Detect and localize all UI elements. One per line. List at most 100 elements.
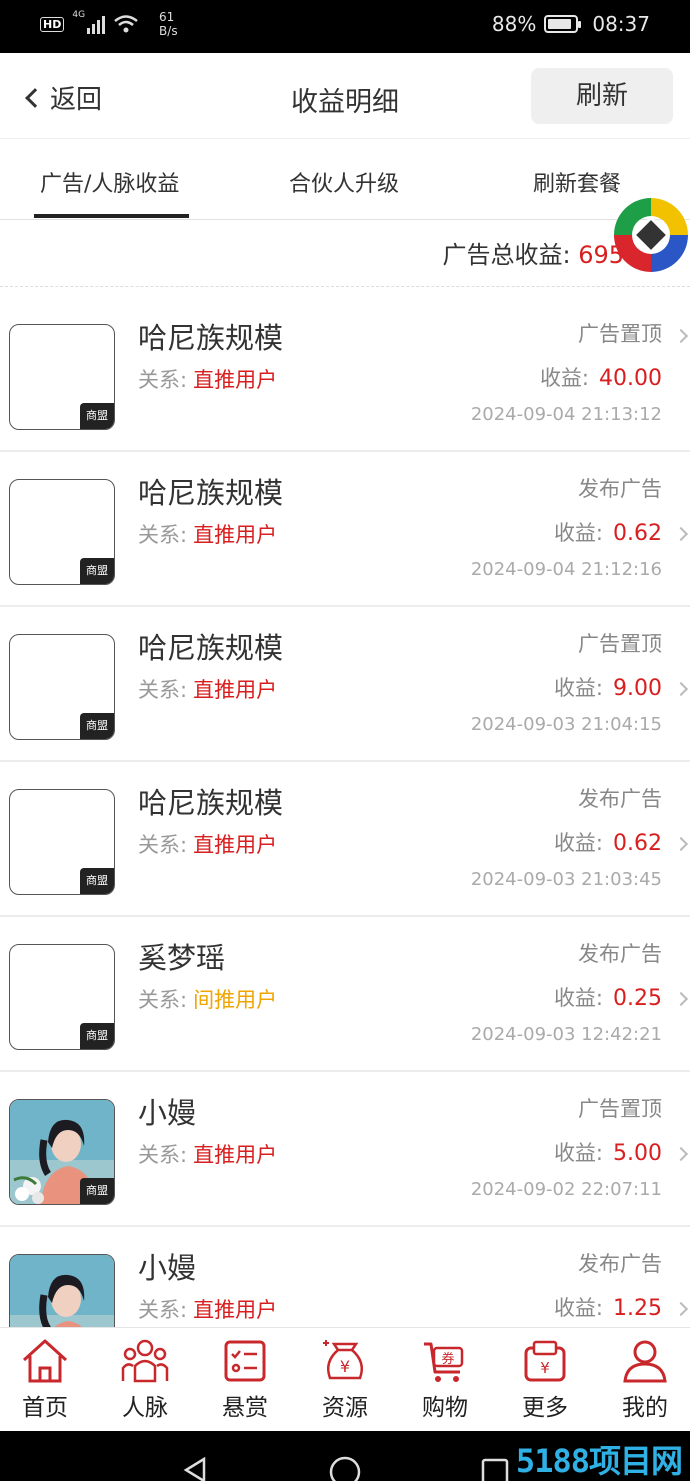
earning: 收益: 0.25 [553, 986, 662, 1011]
relation: 关系: 直推用户 [138, 678, 278, 702]
nav-resources[interactable]: ¥ 资源 [305, 1338, 385, 1422]
nav-shopping[interactable]: 券 购物 [405, 1338, 485, 1422]
list-item[interactable]: 商盟 哈尼族规模 关系: 直推用户 发布广告 收益: 0.62 2024-09-03 21:0… [0, 762, 690, 917]
nav-mine[interactable]: 我的 [605, 1338, 685, 1422]
relation: 关系: 间推用户 [138, 988, 278, 1012]
chevron-right-icon [673, 328, 689, 344]
timestamp: 2024-09-04 21:13:12 [470, 404, 662, 425]
wifi-icon [114, 15, 138, 33]
shopping-cart-icon: 券 [424, 1342, 464, 1382]
relation-value: 直推用户 [193, 1298, 278, 1322]
home-icon [22, 1339, 68, 1383]
user-name: 小嫚 [138, 1096, 197, 1130]
avatar: 商盟 [9, 944, 115, 1050]
list-item[interactable]: 商盟 哈尼族规模关系: 直推用户 广告置顶收益: 40.00 2024-09-04 21:… [0, 297, 690, 452]
merchant-badge: 商盟 [80, 1178, 114, 1204]
tab-refresh-package[interactable]: 刷新套餐 [533, 166, 621, 198]
earning-amount: 0.62 [613, 521, 662, 546]
earning-amount: 0.62 [613, 831, 662, 856]
earning-type: 发布广告 [578, 1252, 662, 1276]
merchant-badge: 商盟 [80, 868, 114, 894]
user-name: 哈尼族规模 [138, 631, 284, 665]
hd-indicator: HD [40, 16, 65, 32]
bottom-nav: 首页 人脉 悬赏 ¥ 资源 券 购物 ¥ 更多 我的 [0, 1327, 690, 1431]
earning-type: 发布广告 [578, 942, 662, 966]
signal-icon [87, 14, 106, 34]
user-name: 哈尼族规模 [138, 321, 284, 355]
earning-amount: 40.00 [599, 366, 662, 391]
timestamp: 2024-09-03 21:03:45 [470, 869, 662, 890]
money-bag-icon: ¥ [323, 1340, 363, 1380]
relation: 关系: 直推用户 [138, 368, 278, 392]
relation: 关系: 直推用户 [138, 1298, 278, 1322]
earning-amount: 0.25 [613, 986, 662, 1011]
chevron-right-icon [673, 1301, 689, 1317]
avatar: 商盟 [9, 324, 115, 430]
svg-text:券: 券 [441, 1351, 454, 1367]
earning-amount: 5.00 [613, 1141, 662, 1166]
avatar: 商盟 [9, 634, 115, 740]
list-item[interactable]: 商盟 奚梦瑶关系: 间推用户 发布广告收益: 0.25 2024-09-03 12:42:… [0, 917, 690, 1072]
earning: 收益: 9.00 [553, 676, 662, 701]
relation-value: 间推用户 [193, 988, 278, 1012]
clock: 08:37 [592, 12, 650, 36]
watermark-logo: 5188项目网 [515, 1442, 683, 1480]
status-bar: HD 4G 61 B/s 88% 08:37 [0, 0, 690, 53]
battery-icon [544, 15, 582, 33]
nav-reward[interactable]: 悬赏 [205, 1338, 285, 1422]
chevron-right-icon [673, 526, 689, 542]
battery-percent: 88% [491, 12, 537, 36]
total-earnings-bar: 广告总收益: 695 [0, 221, 690, 287]
earning: 收益: 5.00 [553, 1141, 662, 1166]
timestamp: 2024-09-03 21:04:15 [470, 714, 662, 735]
relation-value: 直推用户 [193, 678, 278, 702]
earning-type: 广告置顶 [578, 1097, 662, 1121]
app-header: 返回 收益明细 刷新 [0, 53, 690, 139]
relation-value: 直推用户 [193, 523, 278, 547]
chevron-right-icon [673, 991, 689, 1007]
user-icon [623, 1340, 667, 1383]
back-triangle-icon[interactable] [180, 1455, 210, 1481]
svg-text:¥: ¥ [540, 1359, 550, 1377]
earnings-list: 商盟 哈尼族规模 关系: 直推用户 广告置顶 收益: 40.00 2024-09-04 21:… [0, 297, 690, 1327]
nav-home[interactable]: 首页 [5, 1338, 85, 1422]
list-item[interactable]: 商盟 小嫚 关系: 直推用户 广告置顶 收益: 5.00 2024-09-02 22:07:1… [0, 1072, 690, 1227]
timestamp: 2024-09-02 22:07:11 [470, 1179, 662, 1200]
earning: 收益: 40.00 [539, 366, 662, 391]
earning-type: 广告置顶 [578, 322, 662, 346]
earning-type: 发布广告 [578, 477, 662, 501]
network-type: 4G [72, 10, 86, 20]
tab-bar: 广告/人脉收益 合伙人升级 刷新套餐 [0, 140, 690, 220]
tab-partner-upgrade[interactable]: 合伙人升级 [289, 166, 399, 198]
timestamp: 2024-09-03 12:42:21 [470, 1024, 662, 1045]
nav-network[interactable]: 人脉 [105, 1338, 185, 1422]
svg-text:¥: ¥ [340, 1357, 350, 1376]
wallet-icon: ¥ [524, 1340, 566, 1382]
nav-more[interactable]: ¥ 更多 [505, 1338, 585, 1422]
relation-value: 直推用户 [193, 833, 278, 857]
avatar: 商盟 [9, 1099, 115, 1205]
list-item[interactable]: 商盟 哈尼族规模 关系: 直推用户 广告置顶 收益: 9.00 2024-09-03 21:0… [0, 607, 690, 762]
active-tab-indicator [34, 214, 189, 218]
list-item[interactable]: 商盟小嫚关系:直推用户 发布广告收益:1.25 [0, 1227, 690, 1327]
recent-apps-icon[interactable] [480, 1457, 510, 1481]
avatar: 商盟 [9, 479, 115, 585]
tab-ad-network-earnings[interactable]: 广告/人脉收益 [40, 166, 179, 198]
user-name: 小嫚 [138, 1251, 197, 1285]
relation: 关系: 直推用户 [138, 523, 278, 547]
people-icon [121, 1339, 169, 1383]
earning: 收益: 0.62 [553, 831, 662, 856]
home-circle-icon[interactable] [328, 1455, 362, 1481]
refresh-button[interactable]: 刷新 [531, 68, 673, 124]
total-earnings: 广告总收益: 695 [442, 241, 624, 269]
chevron-right-icon [673, 1146, 689, 1162]
list-item[interactable]: 商盟 哈尼族规模 关系: 直推用户 发布广告 收益: 0.62 2024-09-04 21:1… [0, 452, 690, 607]
merchant-badge: 商盟 [80, 558, 114, 584]
chevron-right-icon [673, 681, 689, 697]
timestamp: 2024-09-04 21:12:16 [470, 559, 662, 580]
floating-app-logo-icon[interactable] [612, 196, 690, 274]
task-list-icon [224, 1340, 266, 1382]
earning-amount: 1.25 [613, 1296, 662, 1321]
user-name: 奚梦瑶 [138, 941, 226, 975]
merchant-badge: 商盟 [80, 1023, 114, 1049]
